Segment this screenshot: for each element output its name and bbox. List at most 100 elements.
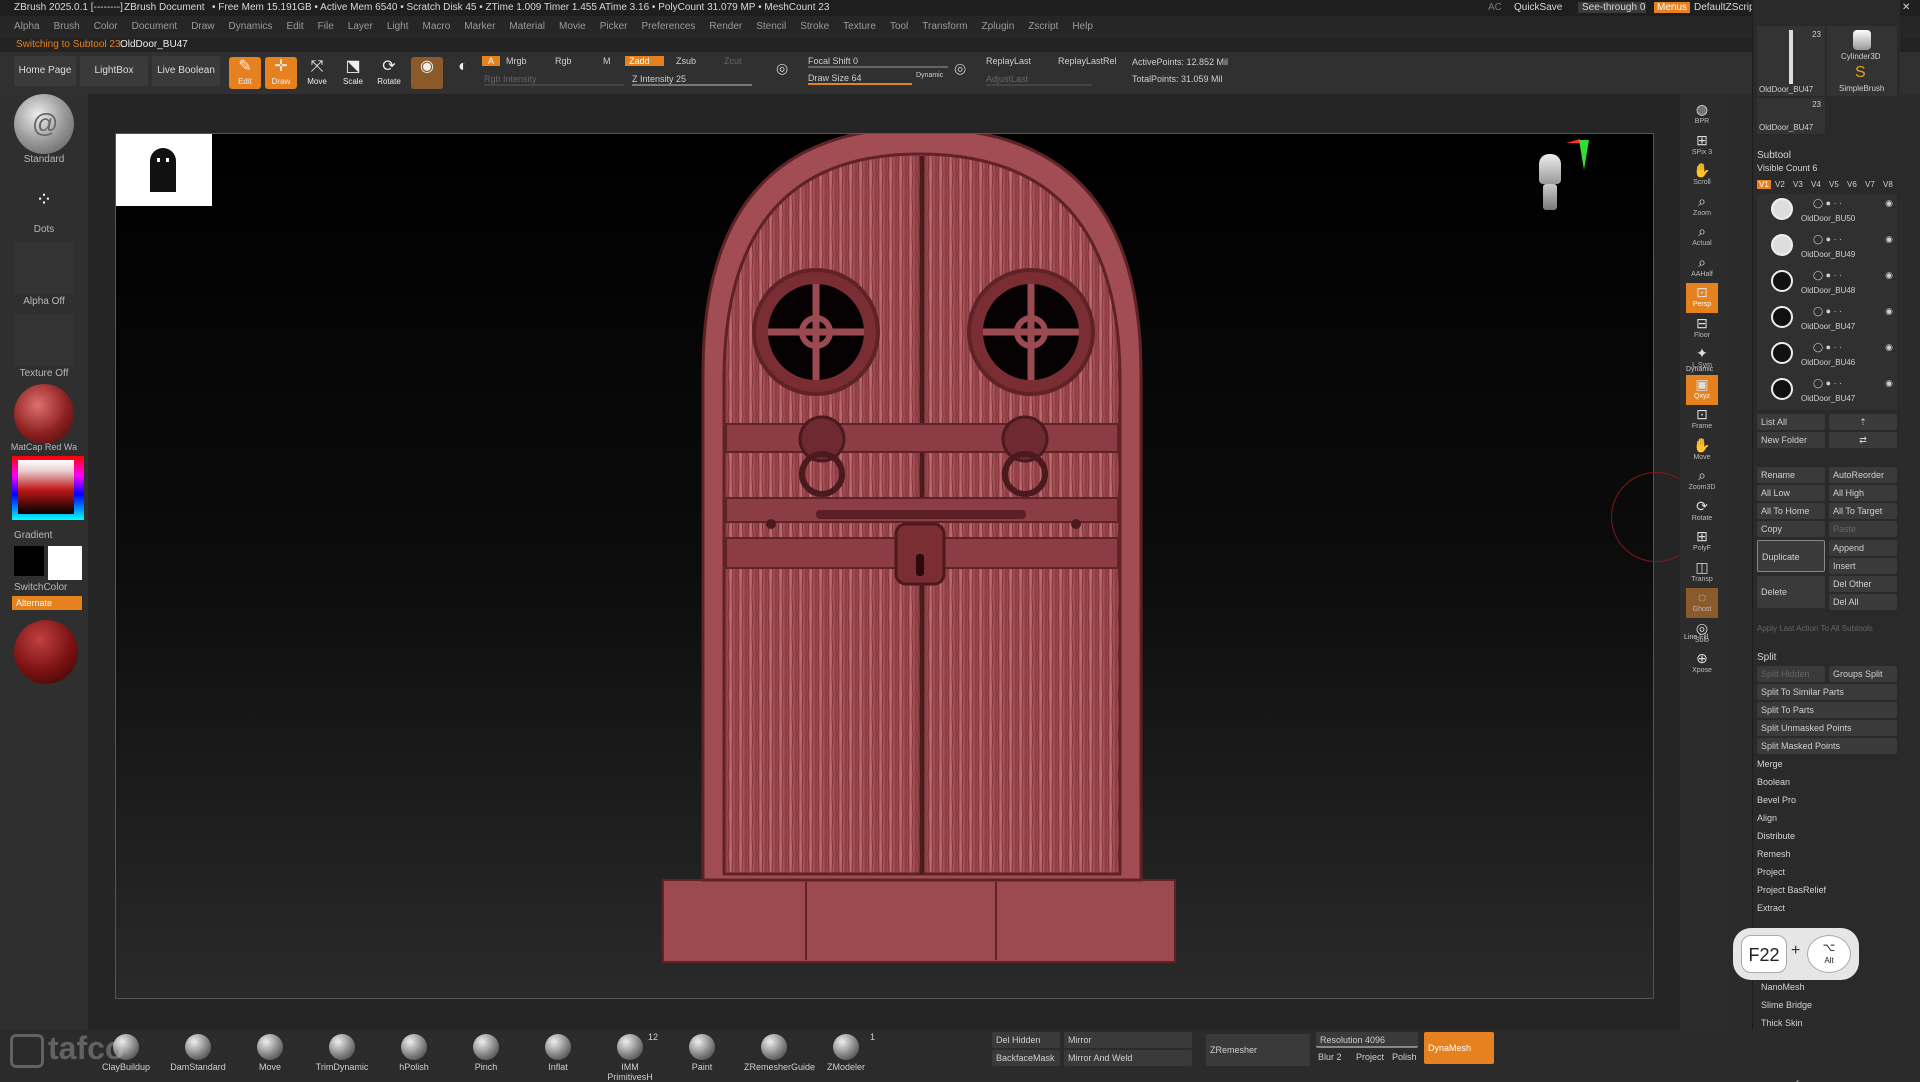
- brush-zmodeler-button[interactable]: ZModeler: [816, 1030, 876, 1080]
- zsub-toggle[interactable]: Zsub: [676, 56, 696, 66]
- menu-brush[interactable]: Brush: [54, 21, 80, 32]
- version-v6-button[interactable]: V6: [1847, 180, 1857, 189]
- alpha-button[interactable]: [14, 242, 74, 294]
- color-picker[interactable]: [12, 456, 84, 520]
- delete-button[interactable]: Delete: [1757, 576, 1825, 608]
- menu-item-boolean[interactable]: Boolean: [1757, 777, 1790, 787]
- menu-transform[interactable]: Transform: [922, 21, 967, 32]
- menu-macro[interactable]: Macro: [423, 21, 451, 32]
- eye-icon[interactable]: ◉: [1885, 342, 1893, 353]
- subtool-row[interactable]: OldDoor_BU50 ◉ ◯ ● · ·: [1757, 194, 1897, 230]
- shelf-rotate-button[interactable]: ⟳ Rotate: [1686, 497, 1718, 527]
- focal-icon[interactable]: ◎: [776, 60, 788, 77]
- menu-item-thick-skin[interactable]: Thick Skin: [1761, 1018, 1803, 1028]
- menu-item-distribute[interactable]: Distribute: [1757, 831, 1795, 841]
- brush-damstandard-button[interactable]: DamStandard: [168, 1030, 228, 1080]
- shelf-polyf-button[interactable]: ⊞ PolyF: [1686, 527, 1718, 557]
- split-item-split-unmasked-points[interactable]: Split Unmasked Points: [1757, 720, 1897, 736]
- menu-item-align[interactable]: Align: [1757, 813, 1777, 823]
- menu-item-slime-bridge[interactable]: Slime Bridge: [1761, 1000, 1812, 1010]
- shelf-bpr-button[interactable]: ◍ BPR: [1686, 100, 1718, 130]
- mirror-button[interactable]: Mirror: [1064, 1032, 1192, 1048]
- resolution-slider[interactable]: Resolution 4096: [1316, 1032, 1418, 1048]
- subtool-row[interactable]: OldDoor_BU47 ◉ ◯ ● · ·: [1757, 302, 1897, 338]
- version-v7-button[interactable]: V7: [1865, 180, 1875, 189]
- del-all-button[interactable]: Del All: [1829, 594, 1897, 610]
- eye-icon[interactable]: ◉: [1885, 234, 1893, 245]
- shelf-persp-button[interactable]: ⊡ Persp: [1686, 283, 1718, 313]
- arrow-up-icon[interactable]: ⇡: [1829, 414, 1897, 430]
- apply-last-action-label[interactable]: Apply Last Action To All Subtools: [1757, 624, 1873, 633]
- brush-hpolish-button[interactable]: hPolish: [384, 1030, 444, 1080]
- split-item-split-to-parts[interactable]: Split To Parts: [1757, 702, 1897, 718]
- version-v2-button[interactable]: V2: [1775, 180, 1785, 189]
- menu-dynamics[interactable]: Dynamics: [229, 21, 273, 32]
- cylinder3d-tool[interactable]: Cylinder3D S SimpleBrush: [1827, 26, 1897, 96]
- adjust-last-slider[interactable]: AdjustLast: [986, 74, 1092, 86]
- subtool-toggles[interactable]: ◯ ● · ·: [1813, 306, 1842, 317]
- subtool-row[interactable]: OldDoor_BU48 ◉ ◯ ● · ·: [1757, 266, 1897, 302]
- eye-icon[interactable]: ◉: [1885, 270, 1893, 281]
- brush-inflat-button[interactable]: Inflat: [528, 1030, 588, 1080]
- menu-item-project[interactable]: Project: [1757, 867, 1785, 877]
- mrgb-toggle[interactable]: Mrgb: [506, 56, 527, 66]
- menu-edit[interactable]: Edit: [286, 21, 303, 32]
- shelf-move-button[interactable]: ✋ Move: [1686, 436, 1718, 466]
- menu-file[interactable]: File: [318, 21, 334, 32]
- d-icon[interactable]: ◎: [954, 60, 966, 77]
- tool-thumbnail-1[interactable]: 23 OldDoor_BU47: [1757, 26, 1825, 96]
- tool-thumbnail-2[interactable]: 23 OldDoor_BU47: [1757, 98, 1825, 134]
- menu-item-merge[interactable]: Merge: [1757, 759, 1783, 769]
- subtool-header[interactable]: Subtool: [1757, 150, 1791, 161]
- subtool-toggles[interactable]: ◯ ● · ·: [1813, 270, 1842, 281]
- version-v5-button[interactable]: V5: [1829, 180, 1839, 189]
- secondary-color-swatch[interactable]: [14, 546, 44, 576]
- menu-help[interactable]: Help: [1072, 21, 1093, 32]
- subtool-toggles[interactable]: ◯ ● · ·: [1813, 378, 1842, 389]
- project-toggle[interactable]: Project: [1356, 1052, 1384, 1062]
- default-zscript-button[interactable]: DefaultZScript: [1694, 2, 1757, 13]
- menu-texture[interactable]: Texture: [843, 21, 876, 32]
- split-header[interactable]: Split: [1757, 652, 1776, 663]
- dots-stroke-button[interactable]: ⁘: [14, 170, 74, 230]
- new-folder-button[interactable]: New Folder: [1757, 432, 1825, 448]
- auto-reorder-button[interactable]: AutoReorder: [1829, 467, 1897, 483]
- rgb-intensity-slider[interactable]: Rgb Intensity: [484, 74, 624, 86]
- alternate-button[interactable]: Alternate: [12, 596, 82, 610]
- polish-toggle[interactable]: Polish: [1392, 1052, 1417, 1062]
- shelf-zoom-button[interactable]: ⌕ Zoom: [1686, 192, 1718, 222]
- version-v1-button[interactable]: V1: [1757, 180, 1771, 189]
- a-toggle[interactable]: A: [482, 56, 501, 66]
- m-toggle[interactable]: M: [603, 56, 611, 66]
- focal-shift-slider[interactable]: Focal Shift 0: [808, 56, 948, 68]
- edit-button[interactable]: ✎ Edit: [229, 57, 261, 89]
- rgb-toggle[interactable]: Rgb: [555, 56, 572, 66]
- menu-alpha[interactable]: Alpha: [14, 21, 40, 32]
- shelf-xpose-button[interactable]: ⊕ Xpose: [1686, 649, 1718, 679]
- draw-size-slider[interactable]: Draw Size 64: [808, 73, 912, 85]
- version-v4-button[interactable]: V4: [1811, 180, 1821, 189]
- split-hidden-button[interactable]: Split Hidden: [1757, 666, 1825, 682]
- all-to-home-button[interactable]: All To Home: [1757, 503, 1825, 519]
- brush-move-button[interactable]: Move: [240, 1030, 300, 1080]
- brush-paint-button[interactable]: Paint: [672, 1030, 732, 1080]
- del-hidden-button[interactable]: Del Hidden: [992, 1032, 1060, 1048]
- menu-material[interactable]: Material: [509, 21, 545, 32]
- shelf-aahalf-button[interactable]: ⌕ AAHalf: [1686, 253, 1718, 283]
- menu-document[interactable]: Document: [132, 21, 178, 32]
- switch-color-label[interactable]: SwitchColor: [0, 582, 88, 593]
- shelf-transp-button[interactable]: ◫ Transp: [1686, 558, 1718, 588]
- subtool-row[interactable]: OldDoor_BU47 ◉ ◯ ● · ·: [1757, 374, 1897, 410]
- split-item-split-masked-points[interactable]: Split Masked Points: [1757, 738, 1897, 754]
- texture-button[interactable]: [14, 314, 74, 366]
- zcut-toggle[interactable]: Zcut: [724, 56, 742, 66]
- shelf-ghost-button[interactable]: ◌ Ghost: [1686, 588, 1718, 618]
- folder-icon[interactable]: ⇄: [1829, 432, 1897, 448]
- brush-trimdynamic-button[interactable]: TrimDynamic: [312, 1030, 372, 1080]
- shelf-zoom3d-button[interactable]: ⌕ Zoom3D: [1686, 466, 1718, 496]
- rename-button[interactable]: Rename: [1757, 467, 1825, 483]
- rotate-button[interactable]: ⟳ Rotate: [373, 57, 405, 89]
- z-intensity-slider[interactable]: Z Intensity 25: [632, 74, 752, 86]
- split-item-split-to-similar-parts[interactable]: Split To Similar Parts: [1757, 684, 1897, 700]
- dynamic-toggle[interactable]: Dynamic: [916, 72, 943, 79]
